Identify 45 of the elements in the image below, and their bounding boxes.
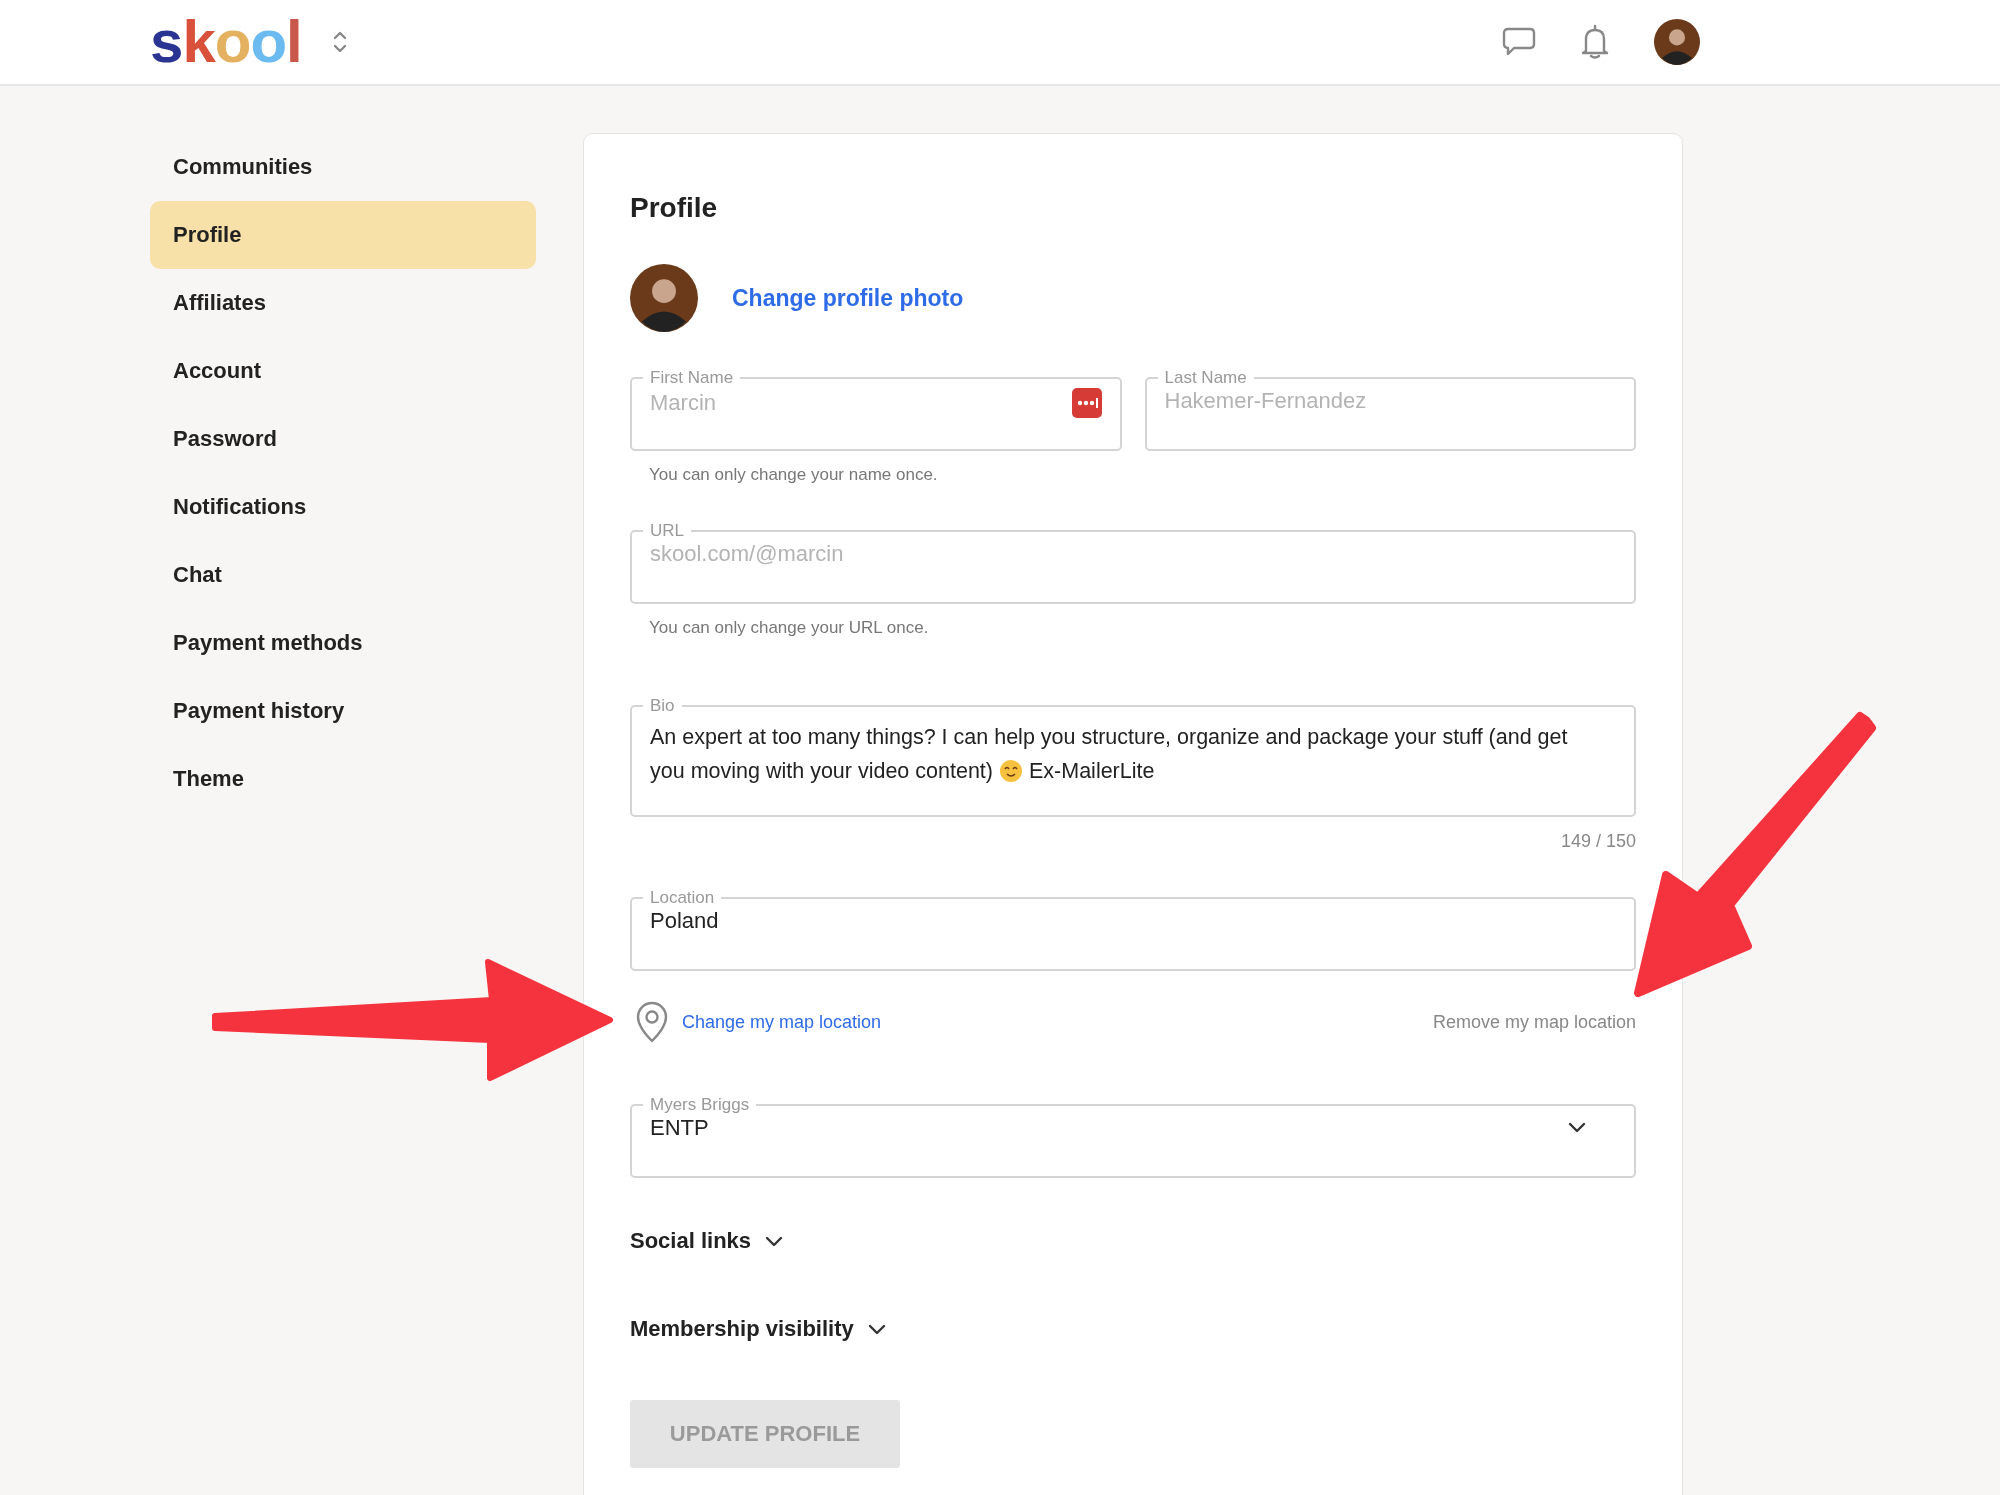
sidebar-item[interactable]: Profile (150, 201, 536, 269)
bio-text: Ex-MailerLite (1029, 758, 1155, 785)
field-label: Myers Briggs (649, 1095, 751, 1115)
sidebar-item[interactable]: Payment history (150, 677, 536, 745)
helper-text: You can only change your URL once. (649, 618, 930, 638)
avatar-icon[interactable] (630, 264, 698, 332)
field-label: First Name (649, 368, 735, 388)
remove-map-location-link[interactable]: Remove my map location (1432, 1011, 1636, 1033)
sidebar-item[interactable]: Payment methods (150, 609, 536, 677)
bell-icon[interactable] (1580, 24, 1610, 60)
sidebar-item[interactable]: Theme (150, 745, 536, 813)
switcher-icon[interactable] (331, 29, 348, 55)
sidebar-item[interactable]: Password (150, 405, 536, 473)
page-title: Profile (630, 192, 719, 224)
chat-icon[interactable] (1502, 27, 1536, 57)
section-toggle[interactable]: Social links (630, 1228, 784, 1254)
field-label: Bio (649, 696, 676, 716)
character-counter: 149 / 150 (1560, 831, 1636, 852)
avatar-icon[interactable] (1654, 19, 1700, 65)
select-value: ENTP (650, 1115, 710, 1141)
sidebar-item[interactable]: Notifications (150, 473, 536, 541)
bio-text: An expert at too many things? I can help you structure, organize and package your stuff (and get (650, 724, 1568, 751)
section-toggle[interactable]: Membership visibility (630, 1316, 886, 1342)
map-pin-icon (634, 1001, 670, 1043)
smiling-face-icon (999, 759, 1023, 783)
chevron-down-icon (867, 1323, 886, 1335)
select-field[interactable]: Myers Briggs ENTP (630, 1095, 1636, 1178)
field-label: Last Name (1163, 368, 1248, 388)
bio-field[interactable]: Bio An expert at too many things? I can help you structure, organize and package your stuff (and get you moving with your video content) Ex-MailerLite (630, 696, 1636, 817)
password-manager-icon[interactable] (1071, 388, 1102, 418)
chevron-down-icon (1568, 1122, 1586, 1133)
logo[interactable]: skool (150, 12, 302, 72)
field-label: URL (649, 521, 685, 541)
change-map-location-link[interactable]: Change my map location (682, 1011, 882, 1033)
change-photo-link[interactable]: Change profile photo (732, 284, 964, 312)
field-label: Location (649, 888, 716, 908)
text-field[interactable]: Location Poland (630, 888, 1636, 971)
sidebar-item[interactable]: Chat (150, 541, 536, 609)
bio-text: you moving with your video content) (650, 758, 993, 785)
input-text[interactable]: Poland (650, 908, 1616, 934)
sidebar-item[interactable]: Communities (150, 133, 536, 201)
chevron-down-icon (765, 1235, 784, 1247)
sidebar-item[interactable]: Account (150, 337, 536, 405)
sidebar-item[interactable]: Affiliates (150, 269, 536, 337)
helper-text: You can only change your name once. (649, 465, 939, 485)
